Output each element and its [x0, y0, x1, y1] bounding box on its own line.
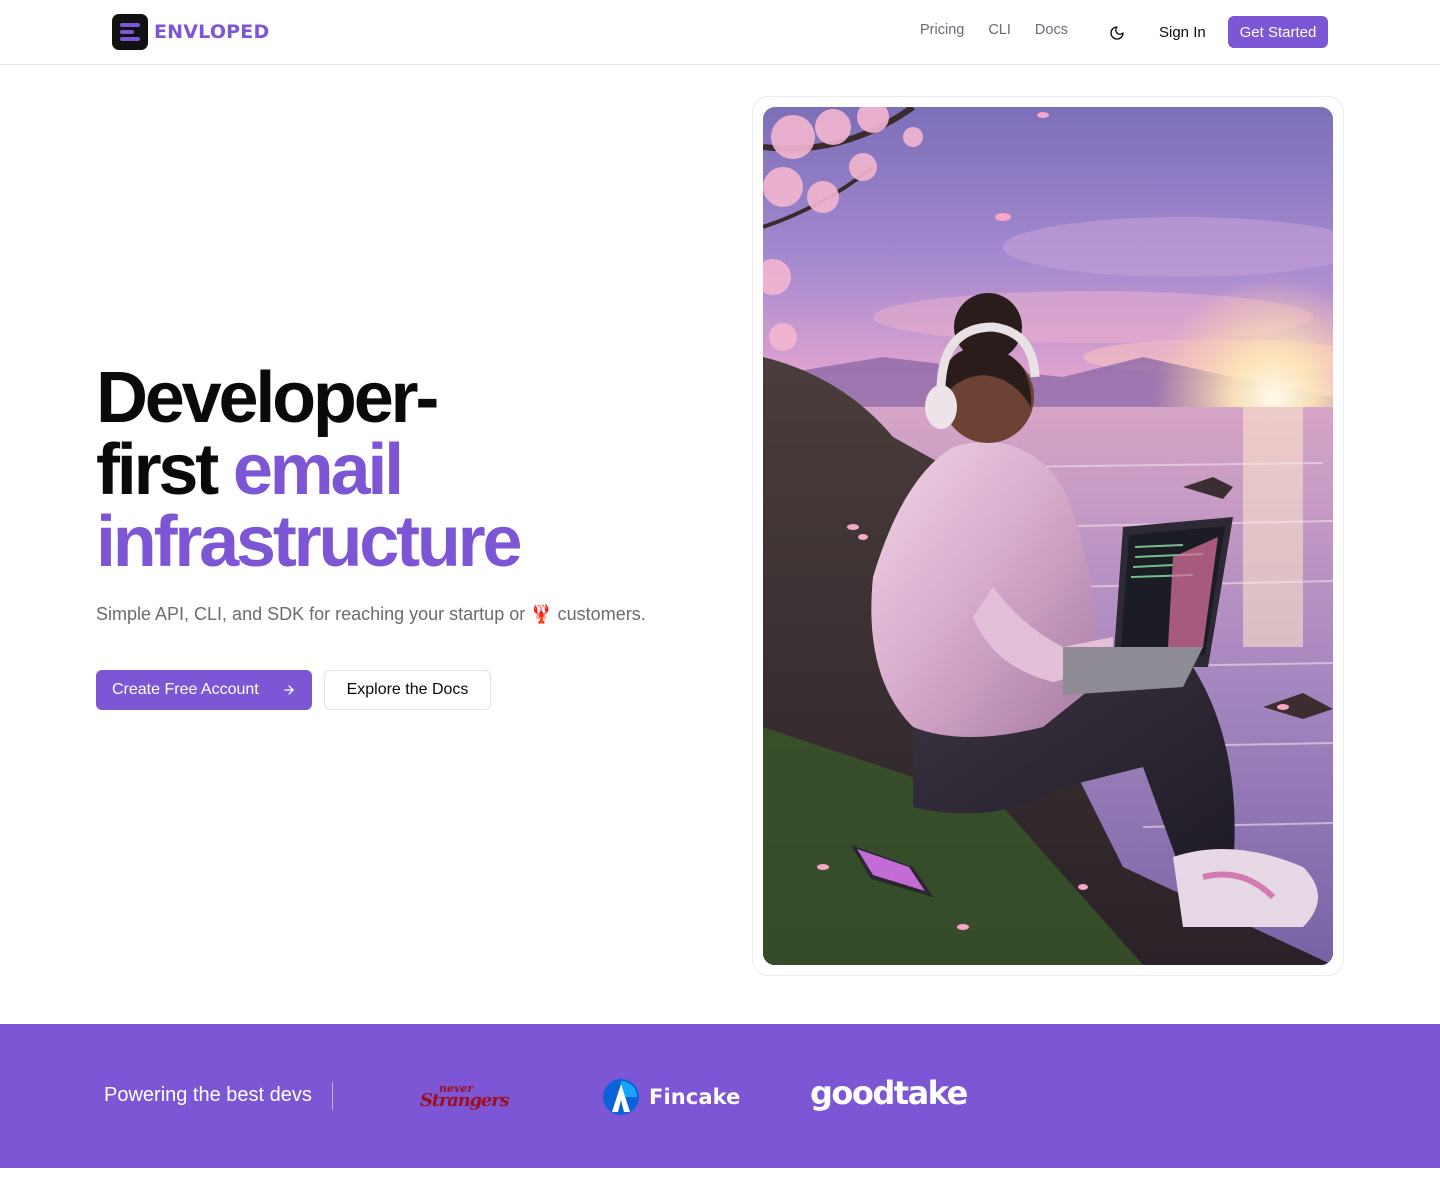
- fincake-mark-icon: [603, 1079, 639, 1115]
- hero-headline: Developer- first email infrastructure: [96, 362, 656, 578]
- nav-link-docs[interactable]: Docs: [1023, 22, 1080, 38]
- band-divider: [332, 1082, 333, 1110]
- headline-line-2-dark: first: [96, 430, 219, 510]
- create-free-account-label: Create Free Account: [112, 681, 259, 698]
- brand-logo[interactable]: ENVLOPED: [112, 14, 269, 50]
- headline-line-1: Developer-: [96, 358, 439, 438]
- goodtake-logo: goodtake: [810, 1074, 968, 1112]
- fincake-logo-text: Fincake: [649, 1085, 741, 1109]
- sign-in-button[interactable]: Sign In: [1146, 16, 1219, 48]
- hero-subhead: Simple API, CLI, and SDK for reaching yo…: [96, 604, 646, 625]
- subhead-text-after: customers.: [557, 604, 646, 624]
- nav-link-cli[interactable]: CLI: [976, 22, 1023, 38]
- logo-mark-icon: [112, 14, 148, 50]
- nav-link-pricing[interactable]: Pricing: [908, 22, 976, 38]
- hero-image-card: [752, 96, 1344, 976]
- headline-line-3-accent: infrastructure: [96, 502, 523, 582]
- hero-illustration: [763, 107, 1333, 965]
- subhead-text-before: Simple API, CLI, and SDK for reaching yo…: [96, 604, 526, 624]
- explore-docs-button[interactable]: Explore the Docs: [324, 670, 491, 710]
- create-free-account-button[interactable]: Create Free Account: [96, 670, 312, 710]
- nav-links: Pricing CLI Docs: [908, 22, 1080, 38]
- lobster-emoji-icon: 🦞: [530, 604, 553, 624]
- top-navbar: ENVLOPED Pricing CLI Docs Sign In Get St…: [0, 0, 1440, 65]
- theme-toggle-button[interactable]: [1104, 20, 1130, 46]
- never-strangers-logo: never Strangers: [416, 1080, 510, 1114]
- fincake-logo: Fincake: [602, 1078, 740, 1116]
- brand-name: ENVLOPED: [154, 21, 270, 43]
- never-strangers-logo-line2: Strangers: [420, 1090, 510, 1111]
- trusted-by-band: Powering the best devs never Strangers F…: [0, 1024, 1440, 1168]
- arrow-right-icon: [284, 685, 294, 695]
- get-started-button[interactable]: Get Started: [1228, 16, 1328, 48]
- trusted-by-label: Powering the best devs: [104, 1084, 312, 1106]
- headline-line-2-accent: email: [232, 430, 404, 510]
- moon-icon: [1110, 26, 1124, 40]
